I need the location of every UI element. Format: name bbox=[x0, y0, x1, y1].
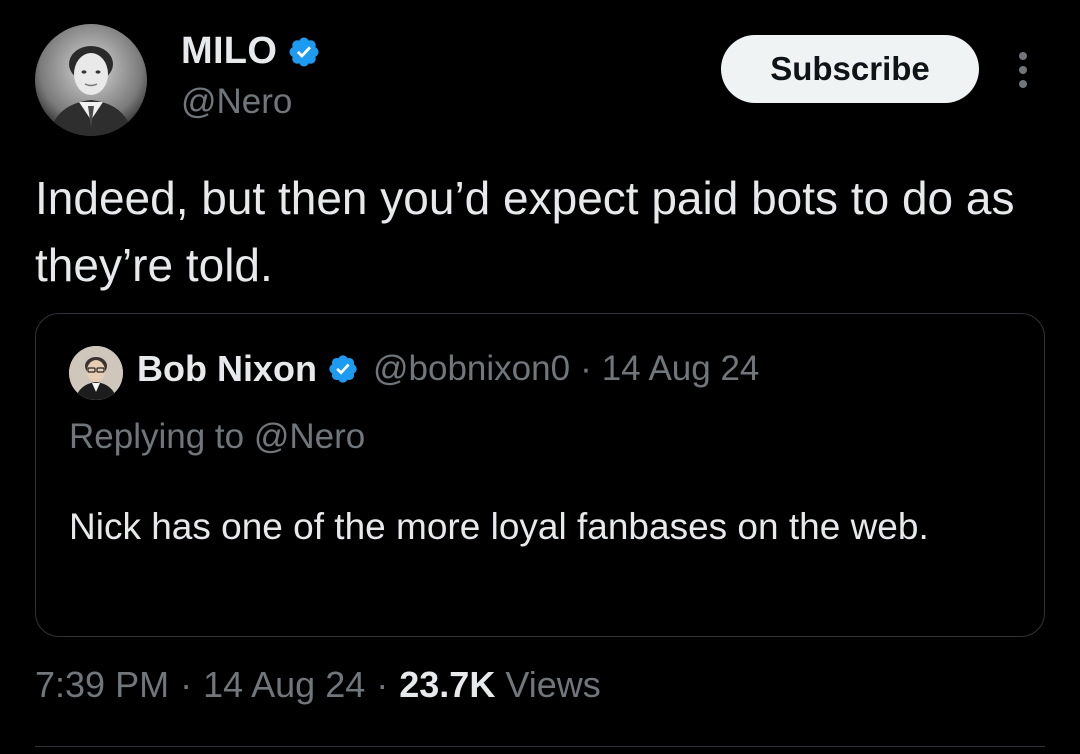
author-name[interactable]: MILO bbox=[181, 30, 277, 73]
more-dot bbox=[1019, 66, 1027, 74]
quote-author-name[interactable]: Bob Nixon bbox=[137, 348, 317, 390]
separator-dot: · bbox=[180, 664, 193, 705]
tweet-date[interactable]: 14 Aug 24 bbox=[203, 664, 365, 706]
author-name-row[interactable]: MILO bbox=[181, 30, 321, 73]
separator-dot: · bbox=[376, 664, 389, 705]
author-handle[interactable]: @Nero bbox=[181, 82, 292, 122]
verified-badge-icon[interactable] bbox=[287, 35, 321, 69]
more-vertical-icon[interactable] bbox=[1008, 48, 1038, 92]
more-dot bbox=[1019, 80, 1027, 88]
separator-dot: · bbox=[580, 349, 592, 388]
replying-prefix: Replying to bbox=[69, 417, 245, 456]
tweet-time[interactable]: 7:39 PM bbox=[35, 664, 169, 706]
verified-badge-icon[interactable] bbox=[327, 353, 359, 385]
quote-author-avatar[interactable] bbox=[69, 346, 123, 400]
author-avatar[interactable] bbox=[35, 24, 147, 136]
quote-text: Nick has one of the more loyal fanbases … bbox=[69, 506, 929, 547]
divider bbox=[35, 746, 1045, 747]
views-count[interactable]: 23.7K bbox=[399, 664, 495, 706]
quote-header: Bob Nixon @bobnixon0 · 14 Aug 24 bbox=[137, 348, 759, 390]
more-dot bbox=[1019, 52, 1027, 60]
quote-author-handle[interactable]: @bobnixon0 bbox=[373, 349, 570, 389]
quoted-tweet-card[interactable]: Bob Nixon @bobnixon0 · 14 Aug 24 Replyin… bbox=[35, 313, 1045, 637]
views-label[interactable]: Views bbox=[505, 664, 600, 706]
replying-handle[interactable]: @Nero bbox=[254, 417, 365, 456]
quote-date[interactable]: 14 Aug 24 bbox=[602, 349, 760, 389]
replying-to: Replying to @Nero bbox=[69, 417, 365, 457]
tweet-text: Indeed, but then you’d expect paid bots … bbox=[35, 172, 1015, 291]
subscribe-button[interactable]: Subscribe bbox=[721, 35, 979, 103]
tweet-meta: 7:39 PM · 14 Aug 24 · 23.7K Views bbox=[35, 664, 601, 706]
